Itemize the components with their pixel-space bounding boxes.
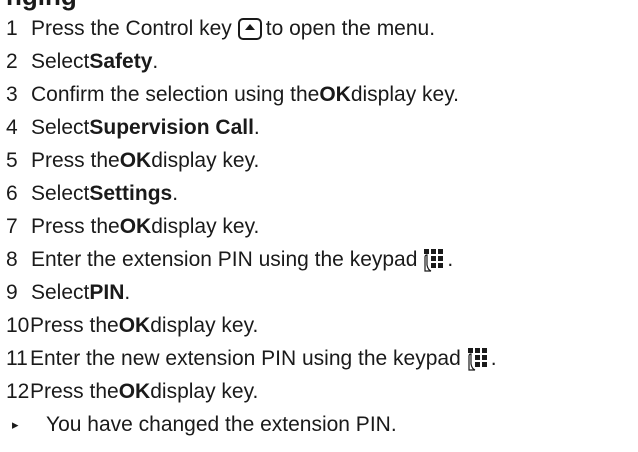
step-text-suffix: . [253, 115, 260, 139]
step-number: 10 [6, 313, 30, 337]
step-keyword: Settings [89, 181, 173, 205]
section-heading: nging [6, 0, 77, 10]
step-text-suffix: . [152, 49, 159, 73]
control-key-icon [237, 17, 262, 40]
step-text-suffix: display key. [150, 379, 259, 403]
step-keyword: OK [319, 82, 351, 106]
keypad-icon [424, 248, 444, 272]
step-5: 5 Press the OK display key. [0, 144, 497, 177]
step-text: Confirm the selection using the [31, 82, 320, 106]
step-text-suffix: . [490, 346, 497, 370]
step-text-suffix: display key. [151, 214, 260, 238]
step-text: Enter the new extension PIN using the ke… [30, 346, 461, 370]
step-text: Press the [30, 313, 119, 337]
step-text: Press the [31, 148, 120, 172]
step-text-suffix: . [124, 280, 131, 304]
step-text-suffix: . [447, 247, 454, 271]
step-keyword: OK [118, 313, 151, 337]
document-page: nging 1 Press the Control key to open th… [0, 0, 638, 452]
keypad-icon [467, 347, 487, 371]
step-keyword: Safety [89, 49, 153, 73]
step-number: 1 [6, 16, 18, 40]
step-3: 3 Confirm the selection using the OK dis… [0, 78, 497, 111]
step-text-suffix: to open the menu. [265, 16, 436, 40]
step-8: 8 Enter the extension PIN using the keyp… [0, 243, 497, 276]
step-number: 9 [6, 280, 18, 304]
result-arrow-icon: ▸ [12, 416, 19, 432]
step-text-suffix: display key. [151, 148, 260, 172]
step-keyword: OK [119, 148, 152, 172]
step-number: 3 [6, 82, 18, 106]
step-list: 1 Press the Control key to open the menu… [0, 12, 497, 441]
step-number: 12 [6, 379, 30, 403]
step-number: 6 [6, 181, 18, 205]
step-number: 4 [6, 115, 18, 139]
step-keyword: OK [118, 379, 151, 403]
step-text: Press the [30, 379, 119, 403]
step-number: 7 [6, 214, 18, 238]
step-text-suffix: display key. [150, 313, 259, 337]
result-text: You have changed the extension PIN. [46, 412, 397, 436]
step-1: 1 Press the Control key to open the menu… [0, 12, 497, 45]
step-11: 11 Enter the new extension PIN using the… [0, 342, 497, 375]
step-text: Select [31, 115, 90, 139]
step-text: Select [31, 49, 90, 73]
step-text-suffix: . [172, 181, 179, 205]
step-keyword: Supervision Call [89, 115, 254, 139]
step-6: 6 Select Settings. [0, 177, 497, 210]
step-text: Select [31, 181, 90, 205]
step-9: 9 Select PIN. [0, 276, 497, 309]
step-keyword: OK [119, 214, 152, 238]
result-line: ▸ You have changed the extension PIN. [0, 408, 497, 441]
step-text-suffix: display key. [350, 82, 459, 106]
step-text: Enter the extension PIN using the keypad [31, 247, 418, 271]
step-7: 7 Press the OK display key. [0, 210, 497, 243]
step-4: 4 Select Supervision Call. [0, 111, 497, 144]
step-number: 2 [6, 49, 18, 73]
step-number: 11 [6, 346, 28, 370]
step-10: 10 Press the OK display key. [0, 309, 497, 342]
step-keyword: PIN [89, 280, 125, 304]
step-text: Press the [31, 214, 120, 238]
step-text: Press the Control key [31, 16, 232, 40]
step-12: 12 Press the OK display key. [0, 375, 497, 408]
step-2: 2 Select Safety. [0, 45, 497, 78]
step-text: Select [31, 280, 90, 304]
step-number: 5 [6, 148, 18, 172]
step-number: 8 [6, 247, 18, 271]
